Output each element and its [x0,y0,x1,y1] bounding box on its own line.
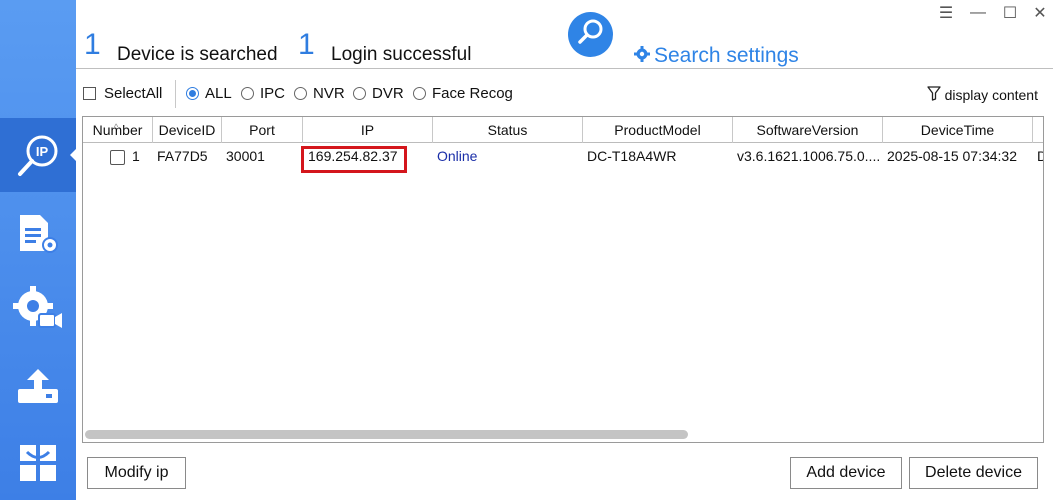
active-caret [70,149,76,161]
searched-count: 1 [84,28,101,61]
camera-settings-icon [13,286,63,332]
radio-dvr [353,87,366,100]
ip-search-icon: IP [14,131,62,179]
svg-text:IP: IP [36,144,49,159]
col-number[interactable]: ^ Number [83,117,153,143]
select-all-label: SelectAll [104,85,163,102]
radio-ipc [241,87,254,100]
cell-status: Online [437,148,478,164]
col-software-version[interactable]: SoftwareVersion [733,117,883,143]
col-device-time[interactable]: DeviceTime [883,117,1033,143]
search-settings-label: Search settings [654,44,799,67]
filter-face-recog[interactable]: Face Recog [413,85,513,102]
col-port[interactable]: Port [222,117,303,143]
sidebar-item-ip-search[interactable]: IP [0,118,76,192]
sidebar-item-device-settings[interactable] [0,272,76,346]
search-button[interactable] [568,12,613,57]
filter-dvr-label: DVR [372,85,404,102]
filter-ipc-label: IPC [260,85,286,102]
sidebar-item-upgrade[interactable] [0,350,76,424]
filter-all[interactable]: ALL [186,85,232,102]
display-content-label: display content [944,87,1038,103]
table-row[interactable]: 1 FA77D5 30001 169.254.82.37 Online DC-T… [83,144,1043,168]
menu-icon[interactable]: ☰ [934,2,958,24]
select-all-box [83,87,96,100]
filter-all-label: ALL [205,85,232,102]
sidebar: IP [0,0,76,500]
device-table: ^ Number DeviceID Port IP Status Product… [82,116,1044,443]
app-grid-icon [17,442,59,484]
close-icon[interactable]: ✕ [1028,2,1052,24]
display-content-button[interactable]: display content [926,86,1038,104]
cell-ip: 169.254.82.37 [308,148,398,164]
filter-nvr-label: NVR [313,85,345,102]
radio-nvr [294,87,307,100]
col-status[interactable]: Status [433,117,583,143]
filter-face-recog-label: Face Recog [432,85,513,102]
cell-software-version: v3.6.1621.1006.75.0.... [737,148,881,164]
col-ip[interactable]: IP [303,117,433,143]
minimize-icon[interactable]: — [966,2,990,24]
filter-ipc[interactable]: IPC [241,85,285,102]
cell-extra: D [1033,144,1043,168]
radio-face-recog [413,87,426,100]
horizontal-scrollbar[interactable] [85,430,688,439]
filter-icon [926,86,941,104]
row-checkbox[interactable] [110,149,125,165]
upload-icon [16,367,60,407]
cell-device-time: 2025-08-15 07:34:32 [887,148,1017,164]
sidebar-item-apps[interactable] [0,426,76,500]
sidebar-item-documents[interactable] [0,196,76,270]
header-divider [76,68,1053,69]
col-extra[interactable] [1033,117,1043,143]
search-settings-link[interactable]: Search settings [634,44,799,68]
col-product-model[interactable]: ProductModel [583,117,733,143]
cell-number: 1 [83,144,153,168]
document-settings-icon [16,211,60,255]
cell-port: 30001 [226,148,265,164]
search-icon [576,17,606,52]
cell-product-model: DC-T18A4WR [587,148,677,164]
login-count: 1 [298,28,315,61]
filter-divider [175,80,176,108]
cell-device-id: FA77D5 [157,148,208,164]
radio-all [186,87,199,100]
modify-ip-button[interactable]: Modify ip [87,457,186,489]
sort-icon: ^ [114,122,119,132]
col-device-id[interactable]: DeviceID [153,117,222,143]
login-label: Login successful [331,44,472,65]
gear-icon [634,44,650,68]
filter-dvr[interactable]: DVR [353,85,404,102]
filter-nvr[interactable]: NVR [294,85,345,102]
searched-label: Device is searched [117,44,278,65]
select-all-checkbox[interactable]: SelectAll [83,85,162,102]
add-device-button[interactable]: Add device [790,457,902,489]
delete-device-button[interactable]: Delete device [909,457,1038,489]
table-header: ^ Number DeviceID Port IP Status Product… [83,117,1043,143]
maximize-icon[interactable]: ☐ [998,2,1022,24]
